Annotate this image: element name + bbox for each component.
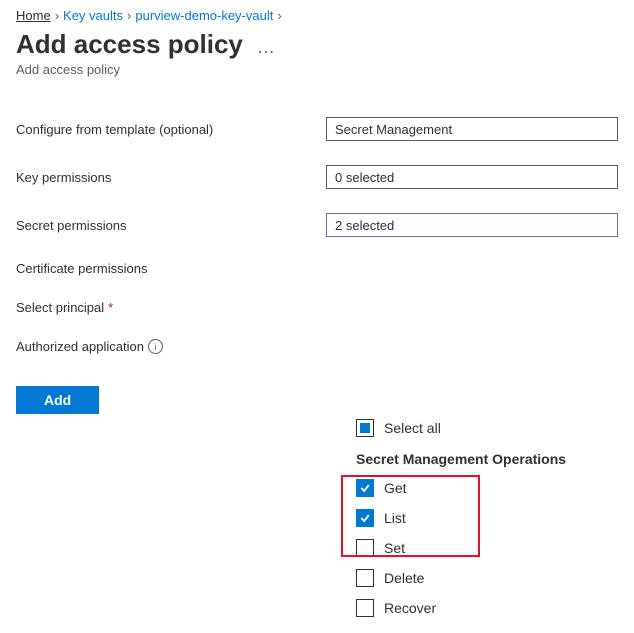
checkbox-icon[interactable] — [356, 599, 374, 617]
chevron-right-icon: › — [127, 8, 131, 23]
breadcrumb-vault[interactable]: purview-demo-key-vault — [135, 8, 273, 23]
option-label: Recover — [384, 600, 436, 616]
breadcrumb-key-vaults[interactable]: Key vaults — [63, 8, 123, 23]
breadcrumb: Home › Key vaults › purview-demo-key-vau… — [16, 8, 618, 23]
key-permissions-label: Key permissions — [16, 170, 326, 185]
checkbox-checked-icon[interactable] — [356, 509, 374, 527]
option-list[interactable]: List — [342, 503, 618, 533]
required-indicator: * — [108, 300, 113, 315]
chevron-right-icon: › — [277, 8, 281, 23]
checkbox-icon[interactable] — [356, 569, 374, 587]
template-dropdown[interactable]: Secret Management — [326, 117, 618, 141]
key-permissions-dropdown[interactable]: 0 selected — [326, 165, 618, 189]
page-subtitle: Add access policy — [16, 62, 618, 77]
template-label: Configure from template (optional) — [16, 122, 326, 137]
option-select-all[interactable]: Select all — [342, 413, 618, 443]
option-recover[interactable]: Recover — [342, 593, 618, 623]
add-button[interactable]: Add — [16, 386, 99, 414]
page-title: Add access policy — [16, 29, 243, 60]
option-set[interactable]: Set — [342, 533, 618, 563]
checkbox-icon[interactable] — [356, 539, 374, 557]
checkbox-checked-icon[interactable] — [356, 479, 374, 497]
authorized-application-label: Authorized application i — [16, 339, 326, 354]
secret-permissions-label: Secret permissions — [16, 218, 326, 233]
option-label: Get — [384, 480, 407, 496]
secret-permissions-dropdown[interactable]: 2 selected — [326, 213, 618, 237]
option-label: Select all — [384, 420, 441, 436]
breadcrumb-home[interactable]: Home — [16, 8, 51, 23]
option-label: Delete — [384, 570, 424, 586]
option-delete[interactable]: Delete — [342, 563, 618, 593]
option-label: List — [384, 510, 406, 526]
chevron-right-icon: › — [55, 8, 59, 23]
select-principal-label: Select principal * — [16, 300, 326, 315]
option-label: Set — [384, 540, 405, 556]
secret-permissions-panel: Select all Secret Management Operations … — [342, 407, 618, 633]
certificate-permissions-label: Certificate permissions — [16, 261, 326, 276]
info-icon[interactable]: i — [148, 339, 163, 354]
group-header: Secret Management Operations — [342, 443, 618, 473]
option-get[interactable]: Get — [342, 473, 618, 503]
checkbox-indeterminate-icon[interactable] — [356, 419, 374, 437]
more-actions-icon[interactable]: … — [257, 37, 277, 58]
